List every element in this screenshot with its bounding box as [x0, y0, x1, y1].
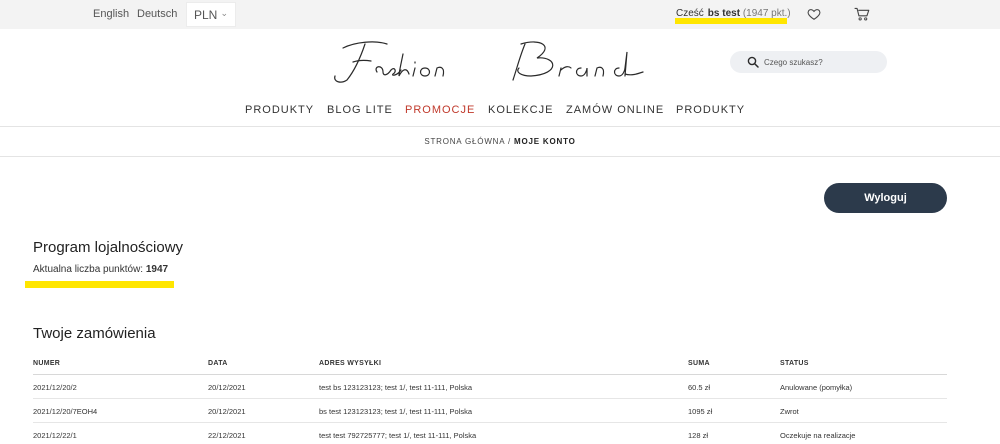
user-points: (1947 pkt.): [742, 8, 791, 19]
orders-title: Twoje zamówienia: [33, 325, 156, 342]
order-total: 60.5 zł: [688, 383, 711, 392]
nav-item-blog-lite[interactable]: BLOG LITE: [327, 104, 393, 116]
table-row[interactable]: 2021/12/20/2 20/12/2021 test bs 12312312…: [33, 375, 947, 399]
nav-item-produkty-2[interactable]: PRODUKTY: [676, 104, 745, 116]
order-address: bs test 123123123; test 1/, test 11-111,…: [319, 407, 473, 416]
search-box[interactable]: [730, 51, 887, 73]
username: bs test: [707, 8, 741, 19]
breadcrumb-current: MOJE KONTO: [514, 137, 576, 146]
loyalty-points-label: Aktualna liczba punktów:: [33, 264, 144, 275]
heart-icon[interactable]: [807, 7, 821, 21]
logout-button[interactable]: Wyloguj: [824, 183, 947, 213]
breadcrumb-divider: [0, 156, 1000, 157]
main-nav: PRODUKTY BLOG LITE PROMOCJE KOLEKCJE ZAM…: [0, 104, 1000, 118]
nav-item-kolekcje[interactable]: KOLEKCJE: [488, 104, 553, 116]
order-number: 2021/12/20/2: [33, 383, 77, 392]
order-address: test test 792725777; test 1/, test 11-11…: [319, 431, 477, 440]
nav-item-zamow-online[interactable]: ZAMÓW ONLINE: [566, 104, 664, 116]
order-total: 128 zł: [688, 431, 709, 440]
order-number: 2021/12/20/7EOH4: [33, 407, 98, 416]
table-header: NUMER DATA ADRES WYSYŁKI SUMA STATUS: [33, 352, 947, 375]
order-date: 20/12/2021: [208, 407, 246, 416]
nav-item-promocje[interactable]: PROMOCJE: [405, 104, 475, 116]
nav-item-produkty[interactable]: PRODUKTY: [245, 104, 314, 116]
column-header-suma: SUMA: [688, 360, 710, 367]
breadcrumb-home-link[interactable]: STRONA GŁÓWNA /: [424, 137, 511, 146]
table-row[interactable]: 2021/12/20/7EOH4 20/12/2021 bs test 1231…: [33, 399, 947, 423]
cart-icon[interactable]: [854, 7, 870, 21]
column-header-adres: ADRES WYSYŁKI: [319, 360, 382, 367]
column-header-data: DATA: [208, 360, 228, 367]
column-header-numer: NUMER: [33, 360, 61, 367]
order-address: test bs 123123123; test 1/, test 11-111,…: [319, 383, 473, 392]
header-divider: [0, 126, 1000, 127]
loyalty-points: Aktualna liczba punktów: 1947: [33, 264, 168, 275]
search-icon[interactable]: [747, 56, 759, 68]
orders-table: NUMER DATA ADRES WYSYŁKI SUMA STATUS 202…: [33, 352, 947, 444]
order-date: 20/12/2021: [208, 383, 246, 392]
order-date: 22/12/2021: [208, 431, 246, 440]
highlight-marker: [25, 281, 174, 288]
currency-value: PLN: [194, 8, 218, 22]
column-header-status: STATUS: [780, 360, 809, 367]
order-status: Anulowane (pomyłka): [780, 383, 853, 392]
language-deutsch-link[interactable]: Deutsch: [137, 8, 177, 20]
order-status: Oczekuje na realizacje: [780, 431, 856, 440]
breadcrumb: STRONA GŁÓWNA / MOJE KONTO: [0, 137, 1000, 146]
order-status: Zwrot: [780, 407, 799, 416]
table-row[interactable]: 2021/12/22/1 22/12/2021 test test 792725…: [33, 423, 947, 444]
loyalty-points-value: 1947: [145, 264, 169, 275]
chevron-down-icon: ⌄: [220, 8, 228, 18]
language-english-link[interactable]: English: [93, 8, 129, 20]
greeting-text: Cześć: [676, 8, 704, 19]
search-input[interactable]: [764, 51, 879, 73]
order-number: 2021/12/22/1: [33, 431, 77, 440]
currency-select[interactable]: PLN ⌄: [186, 2, 236, 27]
loyalty-title: Program lojalnościowy: [33, 239, 184, 256]
order-total: 1095 zł: [688, 407, 713, 416]
brand-logo[interactable]: [325, 36, 655, 86]
user-greeting[interactable]: Cześć bs test (1947 pkt.): [676, 8, 791, 19]
top-bar: English Deutsch PLN ⌄ Cześć bs test (1947…: [0, 0, 1000, 29]
